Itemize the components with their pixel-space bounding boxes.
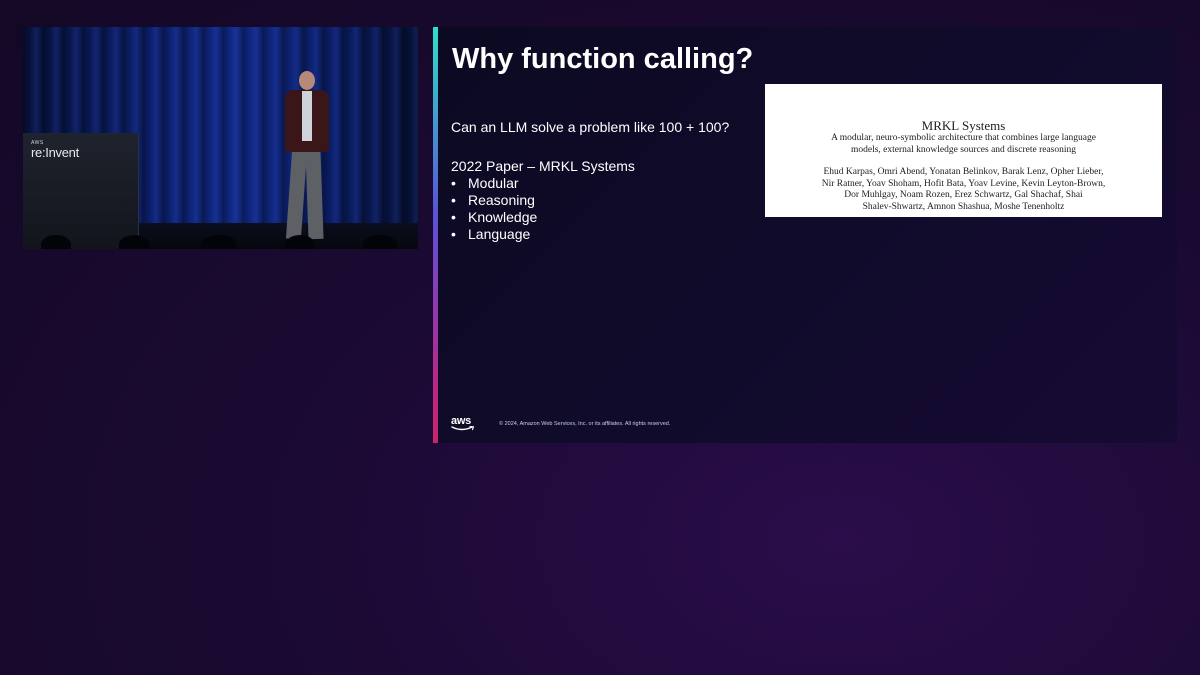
podium-reinvent-text: re:Invent — [31, 145, 79, 160]
presenter-head — [299, 71, 315, 90]
presentation-slide: Why function calling? Can an LLM solve a… — [433, 27, 1177, 443]
bullet-item: • Language — [451, 226, 537, 243]
paper-excerpt-title: MRKL Systems — [921, 118, 1006, 133]
audience-head — [201, 235, 237, 249]
presenter-shirt — [302, 91, 312, 141]
bullet-text: Modular — [468, 175, 519, 191]
bullet-dot: • — [451, 175, 456, 191]
paper-heading: 2022 Paper – MRKL Systems — [451, 158, 635, 174]
paper-excerpt-image: MRKL Systems A modular, neuro-symbolic a… — [765, 84, 1162, 217]
copyright-notice: © 2024, Amazon Web Services, Inc. or its… — [499, 421, 671, 427]
bullet-list: • Modular • Reasoning • Knowledge • Language — [451, 175, 537, 243]
presenter-leg-left — [285, 150, 308, 240]
bullet-dot: • — [451, 209, 456, 225]
slide-title: Why function calling? — [452, 43, 754, 75]
aws-logo: aws — [451, 416, 475, 432]
podium: AWS re:Invent — [23, 133, 139, 249]
audience-head — [363, 235, 397, 249]
paper-excerpt-subtitle: A modular, neuro-symbolic architecture t… — [831, 133, 1096, 155]
bullet-item: • Modular — [451, 175, 537, 192]
paper-excerpt-authors: Ehud Karpas, Omri Abend, Yonatan Belinko… — [821, 167, 1106, 212]
slide-question: Can an LLM solve a problem like 100 + 10… — [451, 119, 730, 135]
audience-head — [285, 235, 315, 249]
reinvent-logo: AWS re:Invent — [31, 141, 79, 160]
bullet-dot: • — [451, 192, 456, 208]
bullet-text: Reasoning — [468, 192, 535, 208]
bullet-text: Knowledge — [468, 209, 538, 225]
slide-accent-bar — [433, 27, 438, 443]
bullet-item: • Reasoning — [451, 192, 537, 209]
audience-head — [119, 235, 149, 249]
presenter-leg-right — [305, 150, 324, 240]
audience-silhouettes — [23, 233, 418, 249]
bullet-item: • Knowledge — [451, 209, 537, 226]
bullet-dot: • — [451, 226, 456, 242]
audience-head — [41, 235, 71, 249]
presenter — [275, 71, 339, 246]
aws-logo-text: aws — [451, 415, 471, 427]
bullet-text: Language — [468, 226, 531, 242]
speaker-video-feed: AWS re:Invent — [23, 27, 418, 249]
